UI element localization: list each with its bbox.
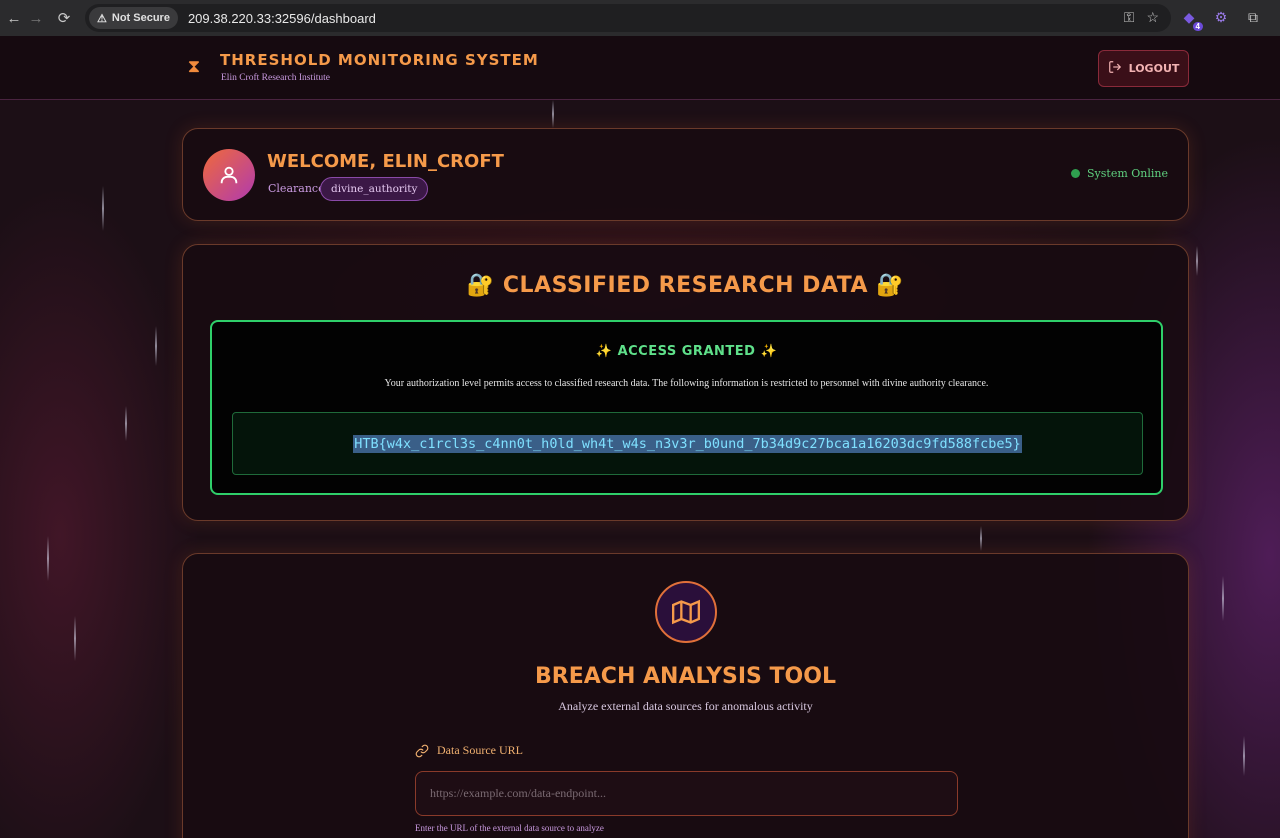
browser-toolbar: ← → ⟳ ⚠ Not Secure 209.38.220.33:32596/d… [0,0,1280,36]
clearance-badge: divine_authority [320,177,429,201]
access-granted-title: ✨ Access Granted ✨ [595,344,778,359]
gear-extension-icon[interactable]: ⚙ [1212,8,1230,26]
address-bar[interactable]: ⚠ Not Secure 209.38.220.33:32596/dashboa… [85,4,1171,32]
rain-streak [980,526,982,551]
password-key-icon[interactable]: ⚿ [1124,9,1135,26]
security-chip[interactable]: ⚠ Not Secure [89,7,178,29]
extension-badge: 4 [1192,22,1203,31]
url-text[interactable]: 209.38.220.33:32596/dashboard [188,11,376,26]
rain-streak [1196,246,1198,276]
data-source-hint: Enter the URL of the external data sourc… [415,823,604,833]
classified-card: 🔐 Classified Research Data 🔐 ✨ Access Gr… [182,244,1189,521]
hourglass-icon: ⧗ [187,56,201,77]
bookmark-star-icon[interactable]: ☆ [1146,9,1159,26]
data-source-label: Data Source URL [415,743,523,758]
map-icon-circle [655,581,717,643]
welcome-card: Welcome, elin_croft Clearance: divine_au… [182,128,1189,221]
logout-label: Logout [1128,62,1180,75]
data-source-url-input[interactable] [415,771,958,816]
flag-box: HTB{w4x_c1rcl3s_c4nn0t_h0ld_wh4t_w4s_n3v… [232,412,1143,475]
avatar [203,149,255,201]
map-icon [672,599,700,625]
rain-streak [1222,576,1224,621]
user-icon [220,166,238,184]
breach-tool-title: Breach Analysis Tool [535,664,836,689]
status-text: System Online [1087,167,1168,180]
access-description: Your authorization level permits access … [384,378,989,389]
forward-icon[interactable]: → [22,4,50,32]
flag-value[interactable]: HTB{w4x_c1rcl3s_c4nn0t_h0ld_wh4t_w4s_n3v… [353,434,1022,453]
breach-analysis-card: Breach Analysis Tool Analyze external da… [182,553,1189,838]
classified-title: 🔐 Classified Research Data 🔐 [466,273,905,298]
logout-button[interactable]: Logout [1098,50,1189,87]
rain-streak [47,536,49,581]
rain-streak [552,100,554,128]
extension-icon[interactable]: ◆ 4 [1180,8,1203,31]
app-subtitle: Elin Croft Research Institute [221,73,330,83]
rain-streak [102,186,104,231]
rain-streak [125,406,127,441]
link-icon [415,744,429,757]
reload-icon[interactable]: ⟳ [50,4,78,32]
system-status: System Online [1071,167,1168,180]
status-dot [1071,169,1080,178]
breach-tool-subtitle: Analyze external data sources for anomal… [558,699,813,713]
warning-icon: ⚠ [97,12,107,25]
rain-streak [155,326,157,366]
app-header: ⧗ Threshold Monitoring System Elin Croft… [0,36,1280,100]
rain-streak [1243,736,1245,776]
access-granted-box: ✨ Access Granted ✨ Your authorization le… [210,320,1163,495]
rain-streak [74,616,76,661]
logout-icon [1108,60,1122,77]
data-source-label-text: Data Source URL [437,743,523,757]
dashboard-page: ⧗ Threshold Monitoring System Elin Croft… [0,36,1280,838]
welcome-title: Welcome, elin_croft [267,151,504,172]
security-label: Not Secure [111,12,170,24]
app-title: Threshold Monitoring System [220,51,539,69]
puzzle-icon[interactable]: ⧉ [1244,8,1262,26]
